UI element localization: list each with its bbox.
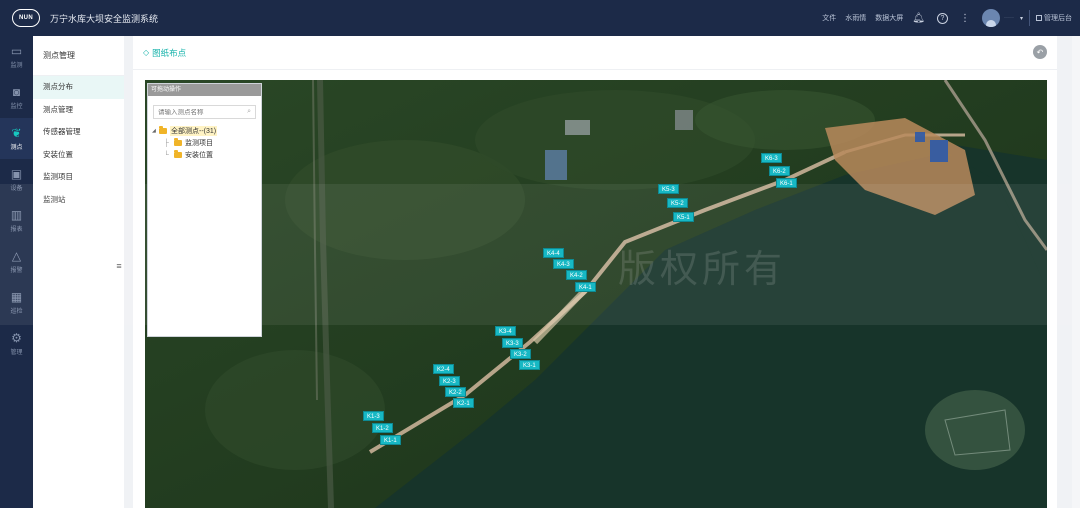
big-screen-link[interactable]: 数据大屏 (875, 13, 903, 23)
tree-node-label: 全部测点--(31) (170, 126, 218, 136)
help-icon[interactable]: ? (936, 12, 948, 24)
map-marker[interactable]: K4-3 (553, 259, 574, 269)
map-marker[interactable]: K4-2 (566, 270, 587, 280)
map-marker[interactable]: K2-2 (445, 387, 466, 397)
map-marker[interactable]: K3-3 (502, 338, 523, 348)
map-marker[interactable]: K3-4 (495, 326, 516, 336)
nav-label: 测点 (10, 144, 23, 151)
nav-item-inspection[interactable]: ▦ 巡检 (0, 282, 33, 323)
tree-search-box: ⌕ (153, 105, 256, 119)
calendar-icon: ▦ (10, 289, 23, 304)
map-imagery (145, 80, 1047, 508)
monitor-icon: ▭ (10, 43, 23, 58)
map-marker[interactable]: K3-2 (510, 349, 531, 359)
tree-node-monitor-items[interactable]: ├ 监测项目 (148, 137, 261, 149)
nav-label: 报警 (10, 267, 23, 274)
map-marker[interactable]: K1-3 (363, 411, 384, 421)
tree-branch-line: ├ (164, 139, 169, 147)
satellite-map[interactable] (145, 80, 1047, 508)
map-marker[interactable]: K5-2 (667, 198, 688, 208)
submenu-item-sensor-manage[interactable]: 传感器管理 (33, 121, 124, 144)
tree-node-label: 监测项目 (185, 140, 213, 147)
tree-branch-line: └ (164, 151, 169, 159)
nav-label: 监控 (10, 103, 23, 110)
bell-icon: △ (11, 248, 22, 263)
nav-item-monitor[interactable]: ▭ 监测 (0, 36, 33, 77)
search-icon[interactable]: ⌕ (247, 108, 251, 116)
undo-icon: ↶ (1036, 47, 1044, 57)
map-marker[interactable]: K4-1 (575, 282, 596, 292)
admin-link[interactable]: 管理后台 (1036, 13, 1072, 23)
page-scrollbar[interactable] (1072, 36, 1080, 508)
app-title: 万宁水库大坝安全监测系统 (50, 13, 159, 24)
folder-icon (174, 150, 182, 158)
nav-item-manage[interactable]: ⚙ 管理 (0, 323, 33, 364)
page-title: 图纸布点 (152, 47, 187, 58)
submenu-title: 测点管理 (33, 36, 124, 76)
nav-label: 巡检 (10, 308, 23, 315)
files-link[interactable]: 文件 (822, 13, 836, 23)
point-search-input[interactable] (158, 108, 243, 116)
map-marker[interactable]: K5-1 (673, 212, 694, 222)
admin-label: 管理后台 (1044, 15, 1072, 22)
camera-icon: ◙ (12, 84, 21, 99)
draggable-tree-panel[interactable]: 可拖动操作 ⌕ ◢ 全部测点--(31) ├ 监测项目 └ 安装位置 (147, 83, 262, 337)
avatar[interactable] (981, 9, 1000, 27)
tree-node-label: 安装位置 (185, 152, 213, 159)
secondary-menu: 测点管理 测点分布 测点管理 传感器管理 安装位置 监测项目 监测站 (33, 36, 124, 508)
map-marker[interactable]: K3-1 (519, 360, 540, 370)
user-name[interactable]: ····· (1004, 15, 1014, 21)
folder-icon (174, 138, 182, 146)
bell-icon[interactable]: 🔔︎ (912, 13, 925, 24)
submenu-item-monitor-items[interactable]: 监测项目 (33, 166, 124, 189)
nav-label: 设备 (10, 185, 23, 192)
tree-node-install-location[interactable]: └ 安装位置 (148, 149, 261, 161)
menu-collapse-icon[interactable]: ≡ (114, 260, 124, 272)
map-marker[interactable]: K2-3 (439, 376, 460, 386)
submenu-item-distribution[interactable]: 测点分布 (33, 76, 124, 99)
nav-item-alarm[interactable]: △ 报警 (0, 241, 33, 282)
map-marker[interactable]: K6-3 (761, 153, 782, 163)
map-marker[interactable]: K1-2 (372, 423, 393, 433)
device-icon: ▣ (10, 166, 23, 181)
rain-water-link[interactable]: 水雨情 (845, 13, 866, 23)
tree-node-root[interactable]: ◢ 全部测点--(31) (148, 125, 261, 137)
caret-down-icon[interactable]: ◢ (152, 128, 159, 134)
map-marker[interactable]: K2-1 (453, 398, 474, 408)
page-header: ◇ 图纸布点 (133, 36, 1057, 70)
map-marker[interactable]: K5-3 (658, 184, 679, 194)
grid-icon (1036, 15, 1042, 21)
top-bar: NUN 万宁水库大坝安全监测系统 文件 水雨情 数据大屏 🔔︎ ? ⋮ ····… (0, 0, 1080, 36)
nav-item-points[interactable]: ❦ 测点 (0, 118, 33, 159)
chart-icon: ▥ (10, 207, 23, 222)
tag-icon: ◇ (143, 48, 150, 57)
more-icon[interactable]: ⋮ (960, 13, 970, 24)
map-marker[interactable]: K2-4 (433, 364, 454, 374)
submenu-item-station[interactable]: 监测站 (33, 189, 124, 212)
nav-item-device[interactable]: ▣ 设备 (0, 159, 33, 200)
map-marker[interactable]: K1-1 (380, 435, 401, 445)
divider (1029, 10, 1030, 26)
map-marker[interactable]: K6-2 (769, 166, 790, 176)
nav-item-report[interactable]: ▥ 报表 (0, 200, 33, 241)
tree-panel-header[interactable]: 可拖动操作 (148, 84, 261, 96)
nav-item-camera[interactable]: ◙ 监控 (0, 77, 33, 118)
map-marker[interactable]: K6-1 (776, 178, 797, 188)
chevron-down-icon[interactable]: ▾ (1020, 15, 1023, 22)
top-right-actions: 文件 水雨情 数据大屏 🔔︎ ? ⋮ ····· ▾ 管理后台 (822, 0, 1080, 36)
folder-icon (159, 126, 167, 134)
watermark: 版权所有 (618, 249, 787, 291)
nav-label: 监测 (10, 62, 23, 69)
submenu-item-point-manage[interactable]: 测点管理 (33, 99, 124, 122)
submenu-item-install-location[interactable]: 安装位置 (33, 144, 124, 167)
gear-icon: ⚙ (11, 330, 22, 345)
nav-label: 报表 (10, 226, 23, 233)
nav-label: 管理 (10, 349, 23, 356)
logo: NUN (12, 9, 40, 27)
icon-nav: ▭ 监测 ◙ 监控 ❦ 测点 ▣ 设备 ▥ 报表 △ 报警 ▦ 巡检 ⚙ 管理 (0, 36, 33, 508)
back-button[interactable]: ↶ (1033, 45, 1047, 59)
map-marker[interactable]: K4-4 (543, 248, 564, 258)
pin-icon: ❦ (11, 125, 22, 140)
